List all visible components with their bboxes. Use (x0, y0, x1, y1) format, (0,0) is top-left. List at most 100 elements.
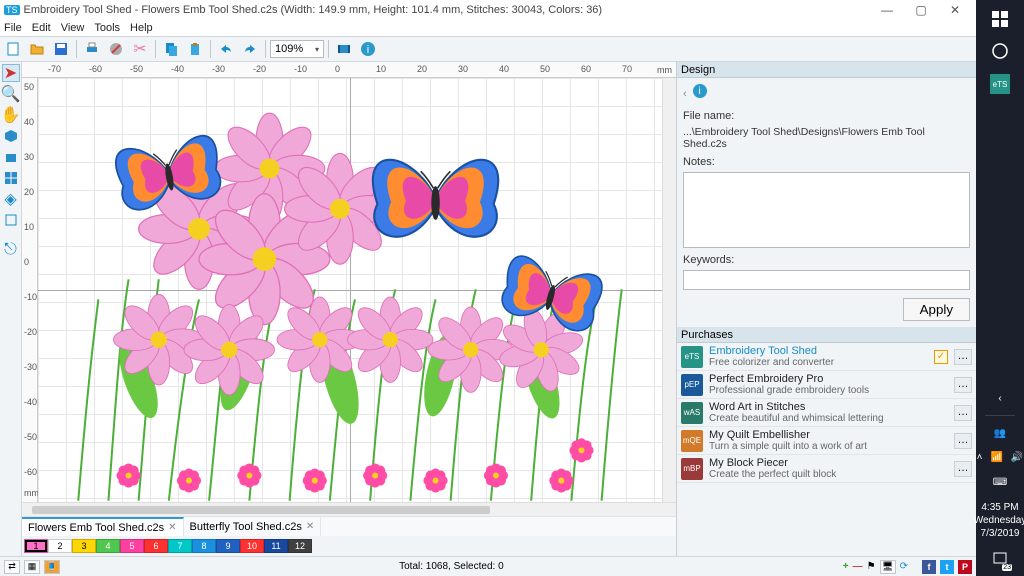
film-icon[interactable] (333, 38, 355, 60)
info-icon[interactable]: i (693, 84, 707, 98)
undo-icon[interactable] (215, 38, 237, 60)
close-icon[interactable]: ✕ (306, 521, 314, 532)
close-button[interactable]: ✕ (938, 3, 972, 17)
windows-start-icon[interactable] (991, 10, 1009, 28)
taskbar-app-icon[interactable]: eTS (990, 74, 1010, 94)
keyboard-icon[interactable]: ⌨ (991, 473, 1009, 491)
design-panel-header[interactable]: Design (677, 62, 976, 78)
product-icon: wAS (681, 402, 703, 424)
copy-icon[interactable] (160, 38, 182, 60)
color-swatch[interactable]: 3 (72, 539, 96, 553)
pan-icon[interactable]: ✋ (2, 106, 20, 124)
palette-icon[interactable]: ▦ (24, 560, 40, 574)
save-icon[interactable] (50, 38, 72, 60)
chevron-left-icon[interactable]: ‹ (683, 88, 687, 100)
document-tab[interactable]: Flowers Emb Tool Shed.c2s✕ (22, 517, 184, 536)
product-subtitle: Professional grade embroidery tools (709, 385, 948, 396)
thread-icon[interactable]: 🧵 (44, 560, 60, 574)
color-swatch[interactable]: 6 (144, 539, 168, 553)
purchase-item[interactable]: wASWord Art in StitchesCreate beautiful … (677, 399, 976, 427)
purchase-item[interactable]: eTSEmbroidery Tool ShedFree colorizer an… (677, 343, 976, 371)
clock[interactable]: 4:35 PM Wednesday 7/3/2019 (974, 501, 1024, 540)
zoom-select[interactable]: 109% (270, 40, 324, 58)
volume-icon[interactable]: 🔊 (1011, 452, 1023, 463)
color-swatch[interactable]: 11 (264, 539, 288, 553)
notes-input[interactable] (683, 172, 970, 248)
scrollbar-horizontal[interactable] (22, 502, 676, 516)
plus-icon[interactable]: + (843, 561, 849, 572)
color-swatch[interactable]: 8 (192, 539, 216, 553)
menu-help[interactable]: Help (130, 22, 153, 34)
close-icon[interactable]: ✕ (168, 522, 176, 533)
flag-icon[interactable]: ⚑ (867, 561, 876, 572)
maximize-button[interactable]: ▢ (904, 3, 938, 17)
purchase-item[interactable]: mQEMy Quilt EmbellisherTurn a simple qui… (677, 427, 976, 455)
paste-icon[interactable] (184, 38, 206, 60)
new-icon[interactable] (2, 38, 24, 60)
scrollbar-vertical[interactable] (662, 78, 676, 502)
wifi-icon[interactable]: 📶 (990, 452, 1002, 463)
product-title: My Block Piecer (709, 457, 948, 469)
menu-edit[interactable]: Edit (32, 22, 51, 34)
color-swatch[interactable]: 2 (48, 539, 72, 553)
cube-icon[interactable] (2, 148, 20, 166)
cortana-icon[interactable] (991, 42, 1009, 60)
redo-icon[interactable] (239, 38, 261, 60)
apply-button[interactable]: Apply (903, 298, 970, 321)
pointer-icon[interactable]: ➤ (2, 64, 20, 82)
facebook-icon[interactable]: f (922, 560, 936, 574)
color-swatch[interactable]: 7 (168, 539, 192, 553)
chevron-left-icon[interactable]: ‹ (991, 389, 1009, 407)
chevron-icon[interactable]: ˄ (977, 452, 983, 463)
left-toolbar: ➤ 🔍 ✋ ◈ ⎋ (0, 62, 22, 556)
monitor-icon[interactable]: 🖥 (880, 560, 896, 574)
pinterest-icon[interactable]: P (958, 560, 972, 574)
people-icon[interactable]: 👥 (991, 424, 1009, 442)
menu-view[interactable]: View (61, 22, 85, 34)
minimize-button[interactable]: — (870, 3, 904, 17)
checkbox-icon[interactable]: ✓ (934, 350, 948, 364)
open-icon[interactable] (26, 38, 48, 60)
more-button[interactable]: … (954, 349, 972, 365)
document-tabs: Flowers Emb Tool Shed.c2s✕Butterfly Tool… (22, 516, 676, 536)
minus-icon[interactable]: — (853, 561, 863, 572)
color-swatch[interactable]: 1 (24, 539, 48, 553)
color-swatch[interactable]: 9 (216, 539, 240, 553)
scale-icon[interactable] (2, 211, 20, 229)
color-swatch[interactable]: 5 (120, 539, 144, 553)
color-swatch[interactable]: 12 (288, 539, 312, 553)
swap-icon[interactable]: ⇄ (4, 560, 20, 574)
export-icon[interactable]: ⎋ (2, 241, 20, 259)
menu-bar: File Edit View Tools Help (0, 20, 976, 36)
product-icon: eTS (681, 346, 703, 368)
disable-icon[interactable] (105, 38, 127, 60)
compass-icon[interactable]: ◈ (2, 190, 20, 208)
color-swatch[interactable]: 4 (96, 539, 120, 553)
purchase-item[interactable]: mBPMy Block PiecerCreate the perfect qui… (677, 455, 976, 483)
cut-icon[interactable]: ✂ (129, 38, 151, 60)
title-bar: TS Embroidery Tool Shed - Flowers Emb To… (0, 0, 976, 20)
purchase-item[interactable]: pEPPerfect Embroidery ProProfessional gr… (677, 371, 976, 399)
notification-icon[interactable]: 23 (991, 550, 1009, 568)
product-icon: mQE (681, 430, 703, 452)
keywords-input[interactable] (683, 270, 970, 290)
menu-tools[interactable]: Tools (94, 22, 120, 34)
twitter-icon[interactable]: t (940, 560, 954, 574)
menu-file[interactable]: File (4, 22, 22, 34)
print-icon[interactable] (81, 38, 103, 60)
color-bar: 123456789101112 (22, 536, 676, 556)
more-button[interactable]: … (954, 433, 972, 449)
more-button[interactable]: … (954, 461, 972, 477)
3d-icon[interactable] (2, 127, 20, 145)
refresh-icon[interactable]: ⟳ (900, 561, 908, 572)
document-tab[interactable]: Butterfly Tool Shed.c2s✕ (184, 517, 322, 536)
more-button[interactable]: … (954, 405, 972, 421)
purchases-panel-header[interactable]: Purchases (677, 327, 976, 343)
info-icon[interactable]: i (357, 38, 379, 60)
svg-text:i: i (367, 44, 369, 56)
grid-icon[interactable] (2, 169, 20, 187)
design-canvas[interactable] (38, 78, 662, 502)
color-swatch[interactable]: 10 (240, 539, 264, 553)
zoom-icon[interactable]: 🔍 (2, 85, 20, 103)
more-button[interactable]: … (954, 377, 972, 393)
